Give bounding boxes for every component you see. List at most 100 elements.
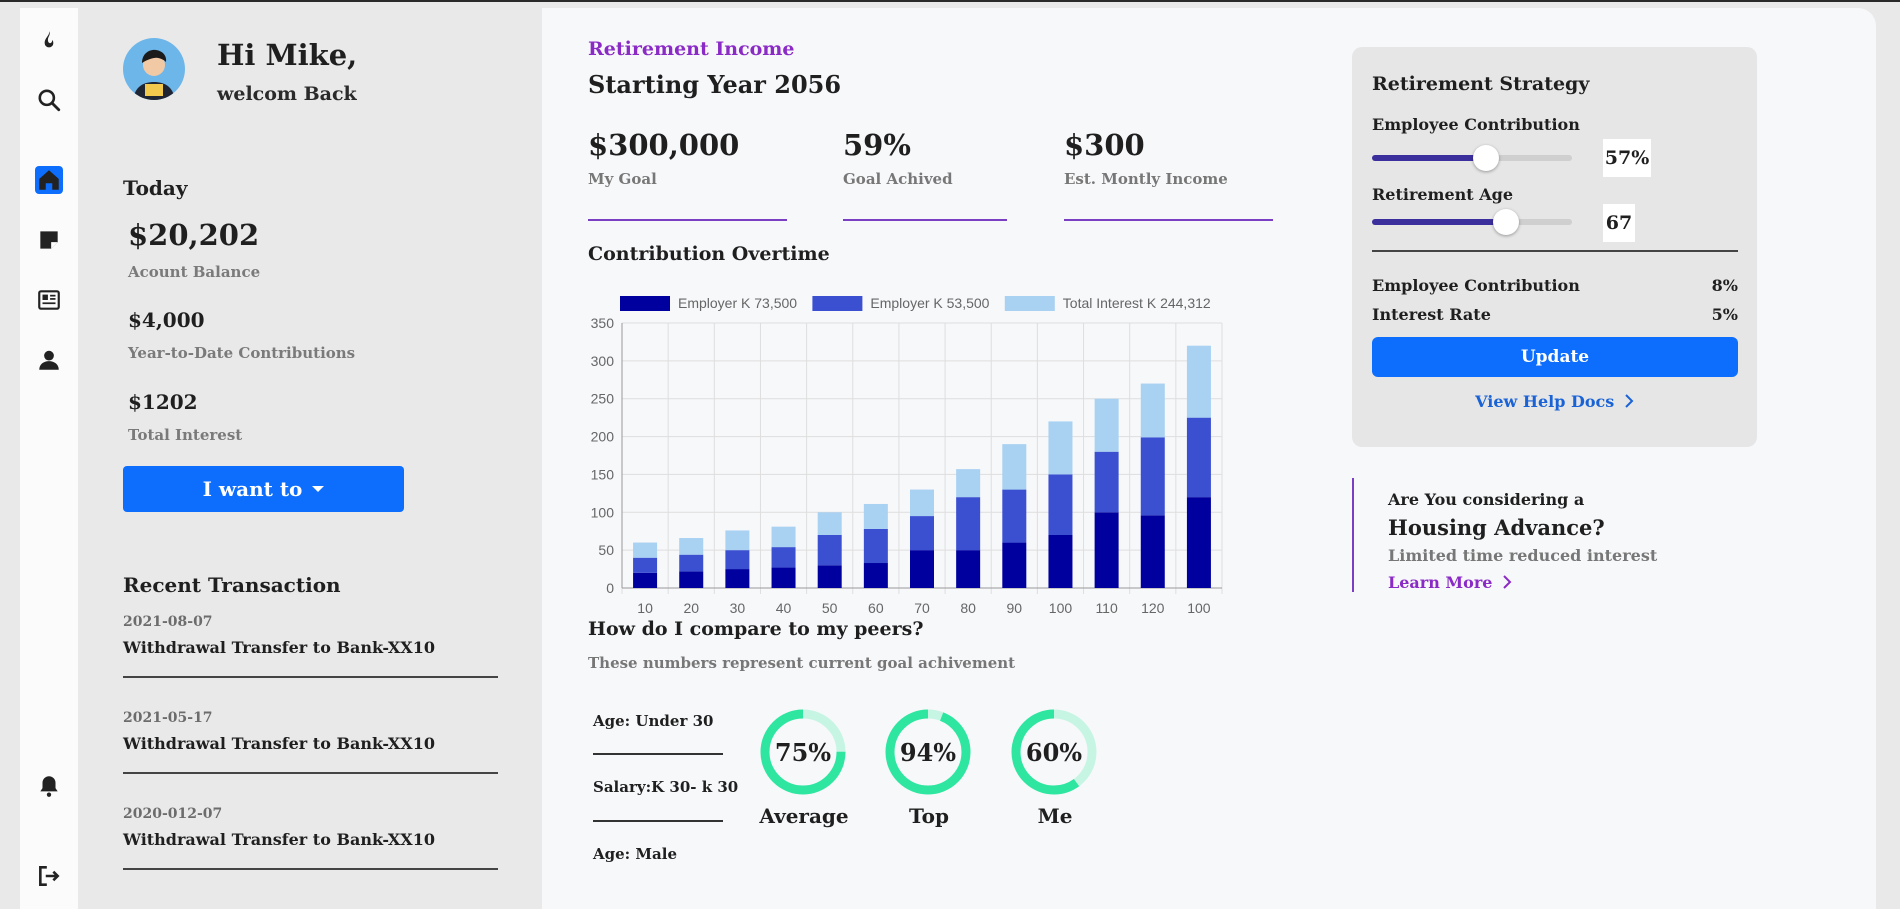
page-title: Starting Year 2056 xyxy=(588,70,842,99)
bar-segment xyxy=(1048,474,1073,535)
slider-fill xyxy=(1372,155,1486,161)
kpi-my-goal: $300,000 My Goal xyxy=(588,128,739,188)
i-want-to-dropdown[interactable]: I want to xyxy=(123,466,404,512)
contribution-chart: Employer K 73,500 Employer K 53,500 Total … xyxy=(591,295,1223,616)
retirement-age-slider[interactable] xyxy=(1372,209,1572,235)
legend-swatch xyxy=(1004,296,1055,311)
bar-segment xyxy=(771,567,796,588)
bar-segment xyxy=(1002,489,1027,543)
housing-advance-promo: Are You considering a Housing Advance? L… xyxy=(1352,478,1732,592)
section-eyebrow: Retirement Income xyxy=(588,38,795,60)
kpi-value: 59% xyxy=(843,128,911,162)
bar-segment xyxy=(863,503,888,529)
home-icon[interactable] xyxy=(35,166,63,194)
kpi-label: Est. Montly Income xyxy=(1064,170,1228,188)
donut-label: Average xyxy=(759,804,849,828)
avatar[interactable] xyxy=(123,38,185,100)
y-tick-label: 250 xyxy=(591,391,615,407)
donut-average: 75% Average xyxy=(759,708,849,828)
flame-icon[interactable] xyxy=(35,28,63,56)
help-link-label: View Help Docs xyxy=(1475,392,1615,411)
bar-segment xyxy=(1094,398,1119,452)
divider xyxy=(1372,250,1738,252)
bar-segment xyxy=(1094,451,1119,513)
slider-fill xyxy=(1372,219,1506,225)
legend-swatch xyxy=(620,296,670,311)
learn-more-link[interactable]: Learn More xyxy=(1388,573,1512,592)
transaction-item[interactable]: 2021-08-07 Withdrawal Transfer to Bank-X… xyxy=(123,614,498,678)
x-tick-label: 30 xyxy=(730,600,746,616)
y-tick-label: 300 xyxy=(591,353,615,369)
bar-segment xyxy=(1186,497,1211,588)
bar-segment xyxy=(1140,437,1165,516)
bar-segment xyxy=(771,526,796,548)
newspaper-icon[interactable] xyxy=(35,286,63,314)
row-value: 5% xyxy=(1711,305,1738,324)
transaction-item[interactable]: 2020-012-07 Withdrawal Transfer to Bank-… xyxy=(123,806,498,870)
employee-contribution-slider[interactable] xyxy=(1372,145,1572,171)
kpi-underline xyxy=(588,219,787,221)
kpi-value: $300,000 xyxy=(588,128,740,162)
x-tick-label: 60 xyxy=(868,600,884,616)
slider-handle[interactable] xyxy=(1493,209,1519,235)
transaction-date: 2021-05-17 xyxy=(123,710,213,726)
bar-segment xyxy=(679,571,704,588)
bar-segment xyxy=(956,497,981,551)
search-icon[interactable] xyxy=(35,86,63,114)
bar-segment xyxy=(633,542,658,558)
i-want-to-label: I want to xyxy=(202,477,303,501)
transaction-title: Withdrawal Transfer to Bank-XX10 xyxy=(123,734,435,753)
logout-icon[interactable] xyxy=(35,862,63,890)
user-icon[interactable] xyxy=(35,346,63,374)
learn-more-label: Learn More xyxy=(1388,573,1493,592)
kpi-monthly-income: $300 Est. Montly Income xyxy=(1064,128,1228,188)
donut-label: Top xyxy=(909,804,949,828)
y-tick-label: 150 xyxy=(591,466,615,482)
y-tick-label: 100 xyxy=(591,504,615,520)
donut-pct: 60% xyxy=(1025,737,1083,767)
divider xyxy=(593,820,723,822)
retirement-age-label: Retirement Age xyxy=(1372,185,1514,204)
peer-filter-salary: Salary:K 30- k 30 xyxy=(593,778,739,796)
account-balance-value: $20,202 xyxy=(128,218,260,252)
retirement-strategy-card: Retirement Strategy Employee Contributio… xyxy=(1352,47,1757,447)
update-button[interactable]: Update xyxy=(1372,337,1738,377)
x-tick-label: 20 xyxy=(683,600,699,616)
x-tick-label: 40 xyxy=(776,600,792,616)
bar-segment xyxy=(1186,345,1211,418)
compare-subtitle: These numbers represent current goal ach… xyxy=(588,654,1016,672)
bar-segment xyxy=(1186,417,1211,498)
x-tick-label: 120 xyxy=(1141,600,1165,616)
kpi-goal-achieved: 59% Goal Achived xyxy=(843,128,953,188)
bar-segment xyxy=(817,535,842,566)
x-tick-label: 80 xyxy=(960,600,976,616)
strategy-title: Retirement Strategy xyxy=(1372,73,1590,95)
y-tick-label: 350 xyxy=(591,315,615,331)
bar-segment xyxy=(956,469,981,498)
bar-segment xyxy=(863,563,888,588)
ytd-contributions-value: $4,000 xyxy=(128,308,205,332)
bar-segment xyxy=(725,569,750,588)
main-panel: Retirement Income Starting Year 2056 $30… xyxy=(542,8,1876,909)
transaction-item[interactable]: 2021-05-17 Withdrawal Transfer to Bank-X… xyxy=(123,710,498,774)
retirement-age-value[interactable]: 67 xyxy=(1603,204,1635,242)
note-icon[interactable] xyxy=(35,226,63,254)
employee-contribution-value[interactable]: 57% xyxy=(1603,139,1651,177)
divider xyxy=(593,753,723,755)
transaction-date: 2020-012-07 xyxy=(123,806,223,822)
account-panel: Hi Mike, welcom Back Today $20,202 Acoun… xyxy=(78,8,542,909)
bar-segment xyxy=(910,516,934,551)
employee-contribution-label: Employee Contribution xyxy=(1372,115,1580,134)
bar-segment xyxy=(1140,515,1165,588)
promo-headline: Housing Advance? xyxy=(1388,515,1605,540)
chevron-right-icon xyxy=(1498,573,1512,592)
total-interest-value: $1202 xyxy=(128,390,198,414)
row-label: Employee Contribution xyxy=(1372,276,1580,295)
bell-icon[interactable] xyxy=(35,772,63,800)
slider-handle[interactable] xyxy=(1473,145,1499,171)
account-balance-label: Acount Balance xyxy=(128,263,261,281)
bar-segment xyxy=(1048,535,1073,588)
welcome-text: welcom Back xyxy=(217,83,357,105)
view-help-docs-link[interactable]: View Help Docs xyxy=(1352,392,1757,411)
bar-segment xyxy=(725,530,750,551)
